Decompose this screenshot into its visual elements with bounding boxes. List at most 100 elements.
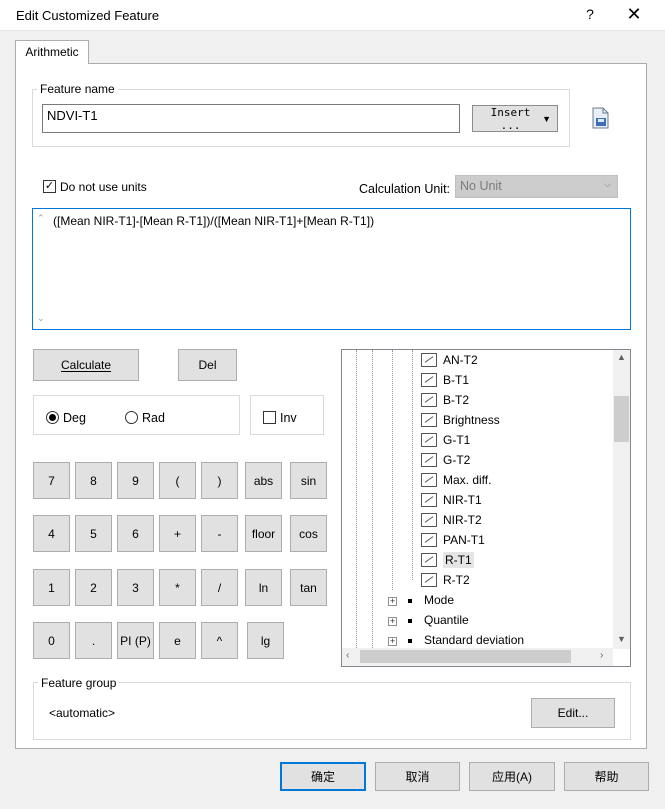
expand-icon[interactable]: + (388, 617, 397, 626)
tree-item-r-t1[interactable]: R-T1 (421, 550, 474, 570)
tree-guide (412, 350, 413, 580)
feature-icon (421, 453, 437, 467)
bullet-icon (408, 619, 412, 623)
tree-group-standard-deviation[interactable]: Standard deviation (424, 633, 524, 647)
key-plus[interactable]: + (159, 515, 196, 552)
key-2[interactable]: 2 (75, 569, 112, 606)
feature-icon (421, 373, 437, 387)
scroll-up-icon[interactable]: ▲ (617, 352, 626, 362)
no-units-label: Do not use units (60, 180, 147, 194)
key-8[interactable]: 8 (75, 462, 112, 499)
close-icon[interactable]: ✕ (621, 4, 647, 25)
no-units-checkbox[interactable]: ✓ (43, 180, 56, 193)
feature-icon (421, 473, 437, 487)
inv-checkbox[interactable] (263, 411, 276, 424)
key-abs[interactable]: abs (245, 462, 282, 499)
rad-radio[interactable] (125, 411, 138, 424)
key-lg[interactable]: lg (247, 622, 284, 659)
key-7[interactable]: 7 (33, 462, 70, 499)
scroll-left-icon[interactable]: ‹ (346, 650, 349, 661)
feature-icon (421, 533, 437, 547)
tree-item-brightness[interactable]: Brightness (421, 410, 500, 430)
scroll-down-icon[interactable]: ▼ (617, 634, 626, 644)
tree-group-quantile[interactable]: Quantile (424, 613, 469, 627)
formula-text: ([Mean NIR-T1]-[Mean R-T1])/([Mean NIR-T… (53, 214, 375, 228)
key-dot[interactable]: . (75, 622, 112, 659)
calc-unit-select[interactable]: No Unit ⌵ (455, 175, 618, 198)
calculate-label: Calculate (60, 358, 112, 372)
scroll-up-icon[interactable]: ⌃ (37, 213, 45, 224)
key-power[interactable]: ^ (201, 622, 238, 659)
calc-unit-label: Calculation Unit: (359, 182, 451, 196)
feature-name-input[interactable]: NDVI-T1 (42, 104, 460, 133)
deg-radio[interactable] (46, 411, 59, 424)
tree-horizontal-scrollbar[interactable]: ‹ › (342, 648, 613, 666)
feature-icon (421, 513, 437, 527)
tree-item-nir-t1[interactable]: NIR-T1 (421, 490, 482, 510)
tree-guide (392, 350, 393, 590)
key-floor[interactable]: floor (245, 515, 282, 552)
scroll-right-icon[interactable]: › (600, 650, 603, 661)
feature-tree[interactable]: AN-T2 B-T1 B-T2 Brightness G-T1 G-T2 Max… (341, 349, 631, 667)
expand-icon[interactable]: + (388, 637, 397, 646)
del-button[interactable]: Del (178, 349, 237, 381)
key-close-paren[interactable]: ) (201, 462, 238, 499)
help-button[interactable]: 帮助 (564, 762, 649, 791)
feature-group-legend: Feature group (38, 676, 120, 690)
tree-item-g-t1[interactable]: G-T1 (421, 430, 470, 450)
key-5[interactable]: 5 (75, 515, 112, 552)
key-4[interactable]: 4 (33, 515, 70, 552)
window-title: Edit Customized Feature (16, 8, 160, 23)
key-e[interactable]: e (159, 622, 196, 659)
tree-item-b-t2[interactable]: B-T2 (421, 390, 469, 410)
key-divide[interactable]: / (201, 569, 238, 606)
insert-button[interactable]: Insert ... ▼ (472, 105, 558, 132)
tree-item-r-t2[interactable]: R-T2 (421, 570, 470, 590)
key-pi[interactable]: PI (P) (117, 622, 154, 659)
formula-editor[interactable]: ([Mean NIR-T1]-[Mean R-T1])/([Mean NIR-T… (32, 208, 631, 330)
checkmark-icon: ✓ (44, 180, 55, 192)
save-file-icon[interactable] (590, 106, 611, 131)
key-6[interactable]: 6 (117, 515, 154, 552)
feature-icon (421, 353, 437, 367)
tree-item-nir-t2[interactable]: NIR-T2 (421, 510, 482, 530)
tree-item-an-t2[interactable]: AN-T2 (421, 350, 478, 370)
title-bar: Edit Customized Feature ? ✕ (0, 0, 665, 31)
expand-icon[interactable]: + (388, 597, 397, 606)
key-minus[interactable]: - (201, 515, 238, 552)
edit-feature-group-button[interactable]: Edit... (531, 698, 615, 728)
scroll-thumb[interactable] (360, 650, 571, 663)
tree-item-pan-t1[interactable]: PAN-T1 (421, 530, 485, 550)
feature-group-value: <automatic> (49, 706, 116, 720)
rad-label: Rad (142, 411, 165, 425)
key-9[interactable]: 9 (117, 462, 154, 499)
scroll-thumb[interactable] (614, 396, 629, 442)
bullet-icon (408, 599, 412, 603)
cancel-button[interactable]: 取消 (375, 762, 460, 791)
tree-item-max-diff[interactable]: Max. diff. (421, 470, 491, 490)
tab-arithmetic[interactable]: Arithmetic (15, 40, 89, 64)
dropdown-arrow-icon: ▼ (542, 113, 551, 124)
key-0[interactable]: 0 (33, 622, 70, 659)
scroll-down-icon[interactable]: ⌄ (37, 313, 45, 324)
key-tan[interactable]: tan (290, 569, 327, 606)
tree-vertical-scrollbar[interactable]: ▲ ▼ (613, 350, 630, 649)
tree-item-g-t2[interactable]: G-T2 (421, 450, 470, 470)
ok-button[interactable]: 确定 (280, 762, 366, 791)
key-multiply[interactable]: * (159, 569, 196, 606)
tree-item-b-t1[interactable]: B-T1 (421, 370, 469, 390)
apply-button[interactable]: 应用(A) (469, 762, 555, 791)
key-3[interactable]: 3 (117, 569, 154, 606)
key-cos[interactable]: cos (290, 515, 327, 552)
key-open-paren[interactable]: ( (159, 462, 196, 499)
deg-label: Deg (63, 411, 86, 425)
key-ln[interactable]: ln (245, 569, 282, 606)
feature-icon (421, 413, 437, 427)
chevron-down-icon: ⌵ (604, 179, 611, 189)
key-1[interactable]: 1 (33, 569, 70, 606)
help-icon[interactable]: ? (580, 6, 600, 22)
selected-tree-label: R-T1 (443, 552, 474, 568)
tree-group-mode[interactable]: Mode (424, 593, 454, 607)
key-sin[interactable]: sin (290, 462, 327, 499)
calculate-button[interactable]: Calculate (33, 349, 139, 381)
